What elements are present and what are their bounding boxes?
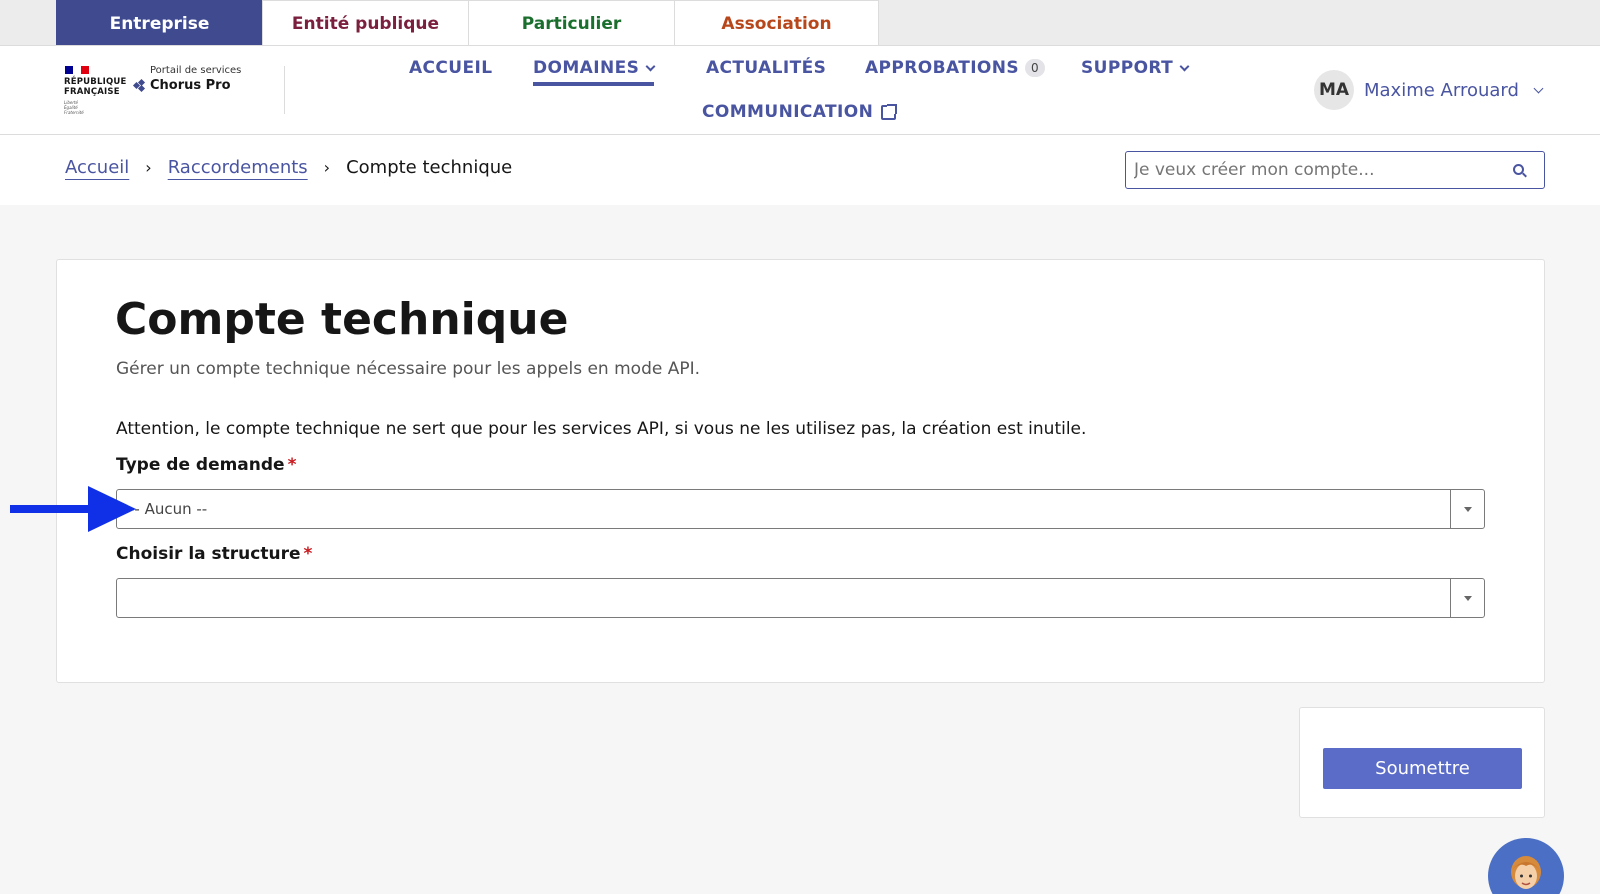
external-link-icon [881,103,898,120]
audience-tabs: Entreprise Entité publique Particulier A… [0,0,1600,46]
nav-support[interactable]: SUPPORT [1081,58,1190,78]
breadcrumb-current: Compte technique [346,157,513,178]
breadcrumb-raccordements-link[interactable]: Raccordements [168,157,308,178]
header-divider [284,66,285,114]
avatar: MA [1314,70,1354,110]
required-marker: * [303,544,313,564]
app-name: Chorus Pro [132,78,231,93]
nav-actualites[interactable]: ACTUALITÉS [706,58,826,78]
chorus-pro-logo[interactable]: RÉPUBLIQUE FRANÇAISE Liberté Égalité Fra… [62,60,248,122]
breadcrumb-home-link[interactable]: Accueil [65,157,129,178]
nav-communication[interactable]: COMMUNICATION [702,102,898,122]
breadcrumb: Accueil › Raccordements › Compte techniq… [65,157,512,178]
request-type-dropdown-toggle[interactable] [1450,490,1484,528]
page-title: Compte technique [115,294,569,345]
republic-motto: Liberté Égalité Fraternité [64,100,84,115]
portal-label: Portail de services [150,65,242,76]
required-marker: * [287,455,297,475]
nav-support-label: SUPPORT [1081,58,1174,78]
nav-domaines-label: DOMAINES [533,58,640,78]
breadcrumb-bar: Accueil › Raccordements › Compte techniq… [0,135,1600,205]
approbations-count-badge: 0 [1025,59,1046,77]
structure-label-text: Choisir la structure [116,544,301,564]
tab-entite-publique[interactable]: Entité publique [262,0,469,46]
caret-down-icon [1463,595,1472,601]
nav-approbations-label: APPROBATIONS [865,58,1020,78]
submit-button[interactable]: Soumettre [1323,748,1522,789]
site-header: RÉPUBLIQUE FRANÇAISE Liberté Égalité Fra… [0,45,1600,135]
structure-select[interactable] [116,578,1485,618]
breadcrumb-separator: › [145,158,152,177]
assistant-avatar-icon [1511,856,1541,889]
marianne-flag-icon [65,66,89,74]
submit-card: Soumettre [1299,707,1545,818]
chevron-down-icon [645,61,656,71]
republique-francaise-label: RÉPUBLIQUE FRANÇAISE [64,77,127,97]
nav-approbations[interactable]: APPROBATIONS 0 [865,58,1046,78]
chevron-down-icon [1533,83,1544,93]
warning-text: Attention, le compte technique ne sert q… [116,419,1087,439]
request-type-label: Type de demande * [116,455,296,475]
search-box [1125,151,1545,189]
request-type-label-text: Type de demande [116,455,285,475]
tab-particulier[interactable]: Particulier [468,0,675,46]
nav-actualites-label: ACTUALITÉS [706,58,827,78]
nav-accueil[interactable]: ACCUEIL [409,58,492,78]
annotation-arrow-icon [10,486,136,532]
nav-communication-label: COMMUNICATION [702,102,874,122]
structure-label: Choisir la structure * [116,544,312,564]
caret-down-icon [1463,506,1472,512]
chevron-down-icon [1179,61,1190,71]
breadcrumb-separator: › [323,158,331,177]
request-type-select[interactable]: -- Aucun -- [116,489,1485,529]
tab-association[interactable]: Association [674,0,879,46]
chat-assistant-button[interactable] [1488,838,1564,894]
search-input[interactable] [1134,152,1504,188]
user-menu[interactable]: MA Maxime Arrouard [1314,70,1544,110]
nav-accueil-label: ACCUEIL [409,58,493,78]
structure-dropdown-toggle[interactable] [1450,579,1484,617]
form-card: Compte technique Gérer un compte techniq… [56,259,1545,683]
search-icon[interactable] [1513,164,1524,175]
user-name: Maxime Arrouard [1364,79,1519,101]
page-subtitle: Gérer un compte technique nécessaire pou… [116,359,701,379]
nav-domaines[interactable]: DOMAINES [533,58,656,86]
app-name-text: Chorus Pro [150,78,231,93]
tab-entreprise[interactable]: Entreprise [56,0,263,46]
request-type-value: -- Aucun -- [129,500,208,518]
chorus-logo-icon [132,78,146,92]
